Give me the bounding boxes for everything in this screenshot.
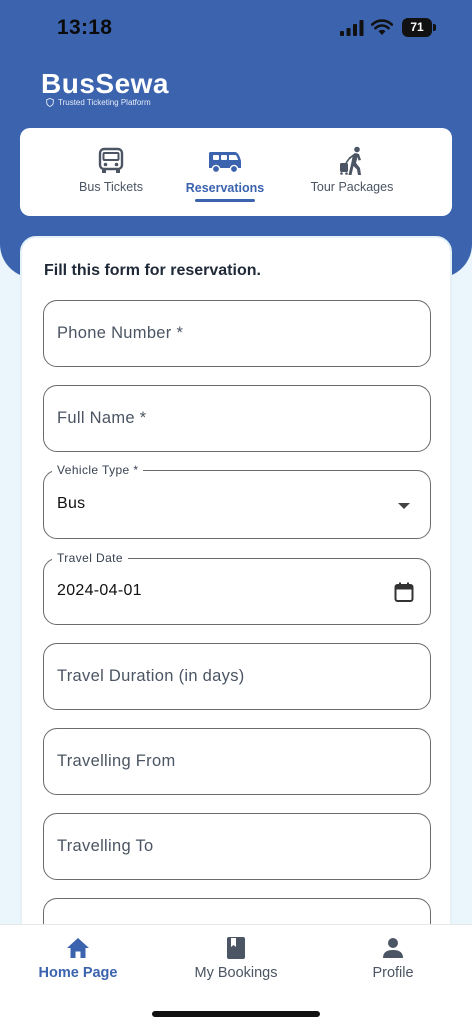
vehicle-type-value: Bus bbox=[57, 495, 86, 512]
tab-tour-packages[interactable]: Tour Packages bbox=[298, 128, 406, 216]
nav-my-bookings[interactable]: My Bookings bbox=[176, 935, 296, 981]
form-title: Fill this form for reservation. bbox=[44, 262, 261, 279]
travel-duration-field[interactable]: Travel Duration (in days) bbox=[43, 643, 431, 710]
travel-date-field[interactable]: Travel Date 2024-04-01 bbox=[43, 551, 431, 625]
nav-label-profile: Profile bbox=[372, 965, 414, 981]
calendar-icon[interactable] bbox=[393, 581, 415, 603]
tab-reservations[interactable]: Reservations bbox=[174, 128, 276, 216]
traveler-icon bbox=[340, 146, 361, 175]
full-name-field[interactable]: Full Name * bbox=[43, 385, 431, 452]
service-tabs: Bus Tickets Reservations Tour Packages bbox=[20, 128, 452, 216]
home-icon bbox=[67, 938, 89, 958]
battery-level: 71 bbox=[410, 20, 424, 34]
travel-duration-placeholder: Travel Duration (in days) bbox=[57, 667, 245, 685]
travel-date-value: 2024-04-01 bbox=[57, 582, 142, 599]
phone-number-field[interactable]: Phone Number * bbox=[43, 300, 431, 367]
book-icon bbox=[227, 937, 245, 959]
tab-label-tour-packages: Tour Packages bbox=[310, 180, 394, 194]
home-indicator bbox=[152, 1011, 320, 1017]
status-bar: 13:18 71 bbox=[0, 0, 472, 56]
person-icon bbox=[383, 938, 403, 958]
wifi-icon bbox=[371, 19, 393, 35]
travel-date-label: Travel Date bbox=[52, 551, 128, 565]
status-time: 13:18 bbox=[57, 16, 113, 39]
nav-label-home-page: Home Page bbox=[38, 965, 118, 981]
tab-bus-tickets[interactable]: Bus Tickets bbox=[58, 128, 164, 216]
nav-profile[interactable]: Profile bbox=[333, 935, 453, 981]
full-name-placeholder: Full Name * bbox=[57, 409, 147, 427]
cellular-signal-icon bbox=[340, 20, 364, 36]
shield-icon bbox=[46, 98, 54, 107]
battery-indicator: 71 bbox=[402, 18, 436, 37]
nav-label-my-bookings: My Bookings bbox=[194, 965, 278, 981]
bottom-navigation: Home Page My Bookings Profile bbox=[0, 924, 472, 1024]
travelling-from-field[interactable]: Travelling From bbox=[43, 728, 431, 795]
vehicle-type-select[interactable]: Vehicle Type * Bus bbox=[43, 463, 431, 539]
bus-icon bbox=[98, 147, 124, 173]
vehicle-type-label: Vehicle Type * bbox=[52, 463, 144, 477]
travelling-from-placeholder: Travelling From bbox=[57, 752, 176, 770]
dropdown-arrow-icon bbox=[398, 503, 410, 509]
brand-name: BusSewa bbox=[41, 68, 169, 99]
travelling-to-field[interactable]: Travelling To bbox=[43, 813, 431, 880]
travelling-to-placeholder: Travelling To bbox=[57, 837, 154, 855]
tab-label-bus-tickets: Bus Tickets bbox=[79, 180, 143, 194]
phone-number-placeholder: Phone Number * bbox=[57, 324, 184, 342]
brand-tagline: Trusted Ticketing Platform bbox=[46, 98, 151, 107]
van-icon bbox=[209, 152, 241, 174]
active-tab-indicator bbox=[195, 199, 255, 202]
nav-home-page[interactable]: Home Page bbox=[18, 935, 138, 981]
tagline-text: Trusted Ticketing Platform bbox=[58, 98, 151, 107]
tab-label-reservations: Reservations bbox=[185, 181, 265, 195]
reservation-form: Fill this form for reservation. Phone Nu… bbox=[20, 236, 452, 956]
